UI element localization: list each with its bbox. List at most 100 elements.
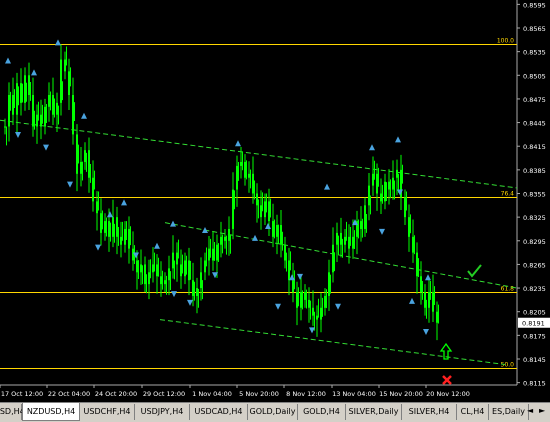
candle-body bbox=[352, 236, 354, 249]
candle-body bbox=[140, 264, 142, 273]
candle-body bbox=[68, 71, 70, 95]
fractal-down-marker bbox=[297, 273, 303, 280]
price-tick-label: 0.8235 bbox=[523, 285, 546, 293]
candle-body bbox=[156, 264, 158, 277]
candle-body bbox=[244, 161, 246, 178]
tab-nzdusd-h4[interactable]: NZDUSD,H4 bbox=[22, 403, 80, 421]
fractal-up-marker bbox=[170, 220, 176, 227]
price-tick-label: 0.8565 bbox=[523, 25, 546, 33]
candle-body bbox=[116, 217, 118, 237]
candle-body bbox=[36, 114, 38, 127]
scroll-right-button[interactable]: ► bbox=[539, 406, 545, 415]
candle-body bbox=[20, 83, 22, 103]
candle-body bbox=[72, 94, 74, 135]
price-tick-label: 0.8475 bbox=[523, 96, 546, 104]
candle-body bbox=[76, 134, 78, 174]
tab-gold-daily[interactable]: GOLD,Daily bbox=[248, 404, 298, 420]
candle-body bbox=[404, 197, 406, 218]
time-tick-label: 20 Nov 12:00 bbox=[426, 390, 470, 398]
candle-body bbox=[272, 221, 274, 237]
price-tick-label: 0.8445 bbox=[523, 120, 546, 128]
scroll-left-button[interactable]: ◄ bbox=[527, 406, 533, 415]
candle-body bbox=[188, 260, 190, 281]
current-price-label: 0.8191 bbox=[522, 320, 545, 328]
candle-body bbox=[124, 228, 126, 245]
tab-usdcad-h4[interactable]: USDCAD,H4 bbox=[190, 404, 248, 420]
tab-usdchf-h4[interactable]: USDCHF,H4 bbox=[80, 404, 135, 420]
candle-body bbox=[284, 244, 286, 261]
fractal-down-marker bbox=[43, 144, 49, 151]
candle-body bbox=[40, 114, 42, 127]
candle-body bbox=[152, 264, 154, 273]
candle-body bbox=[332, 244, 334, 273]
fractal-up-marker bbox=[31, 69, 37, 76]
candle-body bbox=[84, 150, 86, 162]
tab-silver-h4[interactable]: SILVER,H4 bbox=[402, 404, 457, 420]
candle-body bbox=[324, 295, 326, 308]
price-tick-label: 0.8325 bbox=[523, 214, 546, 222]
candle-body bbox=[428, 292, 430, 308]
price-tick-label: 0.8265 bbox=[523, 261, 546, 269]
tab-gold-h4[interactable]: GOLD,H4 bbox=[298, 404, 346, 420]
time-tick-label: 24 Oct 20:00 bbox=[95, 390, 137, 398]
candle-body bbox=[8, 94, 10, 127]
time-tick-label: 1 Nov 04:00 bbox=[192, 390, 232, 398]
candle-body bbox=[228, 228, 230, 241]
candle-body bbox=[408, 217, 410, 237]
candle-body bbox=[128, 228, 130, 249]
candle-body bbox=[288, 260, 290, 281]
candle-body bbox=[148, 272, 150, 285]
candle-body bbox=[232, 189, 234, 229]
fractal-down-marker bbox=[15, 131, 21, 138]
price-tick-label: 0.8535 bbox=[523, 49, 546, 57]
candle-body bbox=[304, 292, 306, 300]
candle-body bbox=[380, 193, 382, 202]
candle-body bbox=[248, 173, 250, 178]
candle-body bbox=[96, 201, 98, 214]
candle-body bbox=[24, 75, 26, 103]
fractal-down-marker bbox=[275, 303, 281, 310]
lower-trendline bbox=[159, 319, 506, 366]
price-tick-label: 0.8205 bbox=[523, 309, 546, 317]
candle-body bbox=[320, 307, 322, 320]
candle-body bbox=[64, 59, 66, 72]
candle-body bbox=[44, 106, 46, 127]
fractal-down-marker bbox=[379, 228, 385, 235]
time-tick-label: 22 Oct 04:00 bbox=[48, 390, 90, 398]
price-chart[interactable]: 100.0 76.4 61.8 50.0 0.8595 0.8565 0.8535 0.850… bbox=[0, 0, 550, 402]
candle-body bbox=[328, 272, 330, 296]
candle-body bbox=[432, 292, 434, 312]
fractal-up-marker bbox=[81, 112, 87, 119]
tab-silver-daily[interactable]: SILVER,Daily bbox=[346, 404, 402, 420]
fractal-up-marker bbox=[154, 242, 160, 249]
time-tick-label: 8 Nov 12:00 bbox=[286, 390, 326, 398]
time-tick-label: 5 Nov 20:00 bbox=[239, 390, 279, 398]
fractal-up-marker bbox=[107, 211, 113, 218]
candle-body bbox=[220, 236, 222, 245]
tab-cl-h4[interactable]: CL,H4 bbox=[457, 404, 489, 420]
tab-usdjpy-h4[interactable]: USDJPY,H4 bbox=[135, 404, 190, 420]
fractal-down-marker bbox=[335, 303, 341, 310]
candle-body bbox=[376, 173, 378, 194]
fractal-down-marker bbox=[171, 291, 177, 298]
symbol-tab-bar: USD,H4NZDUSD,H4USDCHF,H4USDJPY,H4USDCAD,… bbox=[0, 402, 550, 422]
candle-body bbox=[196, 288, 198, 296]
candle-body bbox=[424, 292, 426, 308]
fractal-up-marker bbox=[121, 199, 127, 206]
time-tick-label: 13 Nov 04:00 bbox=[332, 390, 376, 398]
tab-es-daily[interactable]: ES,Daily bbox=[489, 404, 529, 420]
candle-body bbox=[108, 221, 110, 237]
candle-body bbox=[204, 260, 206, 273]
tab-usd-h4[interactable]: USD,H4 bbox=[0, 404, 25, 420]
candle-body bbox=[236, 165, 238, 190]
candle-body bbox=[32, 94, 34, 127]
time-tick-label: 15 Nov 20:00 bbox=[379, 390, 423, 398]
candle-body bbox=[360, 221, 362, 229]
chart-canvas[interactable]: 100.076.461.850.00.85950.85650.85350.850… bbox=[0, 0, 550, 402]
fib-level-label: 100.0 bbox=[497, 38, 514, 45]
fractal-down-marker bbox=[187, 299, 193, 306]
candle-body bbox=[60, 59, 62, 103]
candle-body bbox=[176, 252, 178, 265]
time-tick-label: 17 Oct 12:00 bbox=[1, 390, 43, 398]
candle-body bbox=[268, 201, 270, 222]
